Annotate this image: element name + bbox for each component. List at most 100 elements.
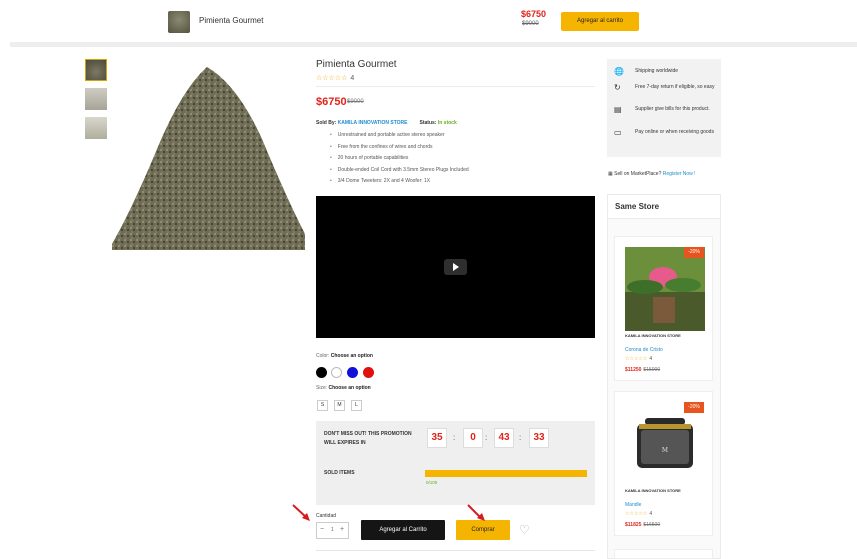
countdown-separator: : — [519, 433, 522, 442]
rating-count: 4 — [350, 75, 355, 82]
card-old-price: $15000 — [643, 367, 661, 373]
bill-icon: ▤ — [614, 105, 622, 114]
size-label: Size: Choose an option — [316, 385, 371, 391]
card-store-name[interactable]: KAMILA INNOVATION STORE — [625, 488, 681, 493]
feature-item: Double-ended Coil Cord with 3.5mm Stereo… — [330, 165, 469, 177]
countdown-message: DON'T MISS OUT! THIS PROMOTION WILL EXPI… — [324, 431, 412, 446]
rating-stars: ☆☆☆☆☆ — [316, 75, 348, 82]
sell-text: Sell on MarketPlace? — [614, 171, 662, 177]
store-icon: ▦ — [608, 171, 613, 177]
product-card[interactable]: -20% KAMILA INNOVATION STORE Corona de C… — [614, 236, 713, 381]
status-label: Status: — [419, 120, 437, 126]
feature-list: Unrestrained and portable active stereo … — [330, 130, 469, 188]
color-swatch-black[interactable] — [316, 367, 327, 378]
main-product-image[interactable] — [112, 59, 305, 250]
card-product-name[interactable]: Mandle — [625, 502, 641, 508]
product-card[interactable]: M -20% KAMILA INNOVATION STORE Mandle ☆☆… — [614, 391, 713, 536]
gallery-thumbnail-2[interactable] — [85, 88, 107, 110]
size-label-text: Size: — [316, 385, 328, 391]
card-current-price: $11250 — [625, 367, 642, 373]
header-divider — [10, 42, 857, 47]
size-option-m[interactable]: M — [334, 400, 345, 411]
card-store-name[interactable]: KAMILA INNOVATION STORE — [625, 333, 681, 338]
feature-item: Free from the confines of wires and chor… — [330, 142, 469, 154]
product-card-image[interactable] — [625, 247, 705, 331]
quantity-increase-button[interactable]: + — [340, 526, 344, 533]
card-product-name[interactable]: Corona de Cristo — [625, 347, 663, 353]
title-divider — [316, 86, 595, 87]
card-price: $11825 $16500 — [625, 522, 660, 528]
size-selected-value: Choose an option — [328, 385, 371, 391]
countdown-days: 35 — [427, 428, 447, 448]
purchase-divider — [316, 550, 595, 551]
quantity-stepper[interactable]: − 1 + — [316, 522, 349, 539]
store-link[interactable]: KAMILA INNOVATION STORE — [338, 120, 408, 126]
register-link[interactable]: Register Now ! — [663, 171, 696, 177]
card-rating-count: 4 — [649, 511, 653, 517]
product-rating[interactable]: ☆☆☆☆☆ 4 — [316, 74, 354, 82]
card-rating-stars: ☆☆☆☆☆ — [625, 511, 648, 517]
sticky-product-name: Pimienta Gourmet — [199, 16, 264, 25]
globe-icon: 🌐 — [614, 67, 624, 76]
sticky-product-bar: Pimienta Gourmet $6750 $9000 Agregar al … — [0, 0, 857, 44]
feature-item: Unrestrained and portable active stereo … — [330, 130, 469, 142]
product-price: $6750 — [316, 96, 347, 108]
svg-text:M: M — [662, 447, 668, 454]
countdown-seconds: 33 — [529, 428, 549, 448]
product-card[interactable] — [614, 549, 713, 559]
card-rating: ☆☆☆☆☆ 4 — [625, 356, 652, 362]
product-card-image[interactable]: M — [625, 402, 705, 486]
countdown-separator: : — [453, 433, 456, 442]
discount-badge: -20% — [684, 402, 704, 413]
info-text: Pay online or when receiving goods — [635, 129, 714, 135]
quantity-decrease-button[interactable]: − — [320, 526, 324, 533]
size-option-l[interactable]: L — [351, 400, 362, 411]
sticky-product-thumbnail — [168, 11, 190, 33]
gallery-thumbnail-3[interactable] — [85, 117, 107, 139]
buy-now-button[interactable]: Comprar — [456, 520, 510, 540]
sold-items-progress-fill — [425, 470, 587, 477]
return-icon: ↻ — [614, 83, 621, 92]
wishlist-heart-icon[interactable]: ♡ — [519, 522, 530, 538]
card-rating: ☆☆☆☆☆ 4 — [625, 511, 652, 517]
discount-badge: -20% — [684, 247, 704, 258]
size-option-s[interactable]: S — [317, 400, 328, 411]
product-title: Pimienta Gourmet — [316, 59, 397, 70]
color-selected-value: Choose an option — [330, 353, 373, 359]
card-price: $11250 $15000 — [625, 367, 660, 373]
sticky-add-to-cart-button[interactable]: Agregar al carrito — [561, 12, 639, 31]
play-icon[interactable] — [444, 259, 467, 275]
quantity-label: Cantidad — [316, 513, 337, 519]
countdown-minutes: 43 — [494, 428, 514, 448]
card-current-price: $11825 — [625, 522, 642, 528]
sold-items-label: SOLD ITEMS — [324, 470, 355, 476]
stock-status: In stock — [437, 120, 457, 126]
sell-on-marketplace: ▦ Sell on MarketPlace? Register Now ! — [608, 171, 696, 177]
sticky-old-price: $9000 — [522, 21, 539, 27]
sold-by-line: Sold By: KAMILA INNOVATION STORE Status: … — [316, 120, 457, 126]
color-swatch-white[interactable] — [331, 367, 342, 378]
info-text: Supplier give bills for this product. — [635, 106, 710, 112]
color-swatch-red[interactable] — [363, 367, 374, 378]
quantity-input[interactable]: 1 — [331, 527, 334, 533]
info-text: Free 7-day return if eligible, so easy — [635, 84, 715, 90]
product-old-price: $9000 — [347, 99, 364, 105]
card-rating-count: 4 — [649, 356, 653, 362]
card-old-price: $16500 — [643, 522, 661, 528]
color-label: Color: Choose an option — [316, 353, 373, 359]
sold-by-label: Sold By: — [316, 120, 337, 126]
color-swatch-blue[interactable] — [347, 367, 358, 378]
red-arrow-annotation-icon — [292, 504, 310, 521]
card-rating-stars: ☆☆☆☆☆ — [625, 356, 648, 362]
add-to-cart-button[interactable]: Agregar al Carrito — [361, 520, 445, 540]
sticky-price: $6750 — [521, 9, 547, 19]
feature-item: 3/4 Dome Tweeters: 2X and 4 Woofer: 1X — [330, 176, 469, 188]
same-store-title: Same Store — [615, 202, 660, 211]
gallery-thumbnail-1[interactable] — [85, 59, 107, 81]
countdown-hours: 0 — [463, 428, 483, 448]
red-arrow-annotation-icon — [467, 504, 485, 521]
feature-item: 20 hours of portable capabilities — [330, 153, 469, 165]
info-text: Shipping worldwide — [635, 68, 679, 74]
sold-items-count: 0/100 — [426, 480, 438, 485]
sold-items-progress-bar — [425, 470, 587, 477]
